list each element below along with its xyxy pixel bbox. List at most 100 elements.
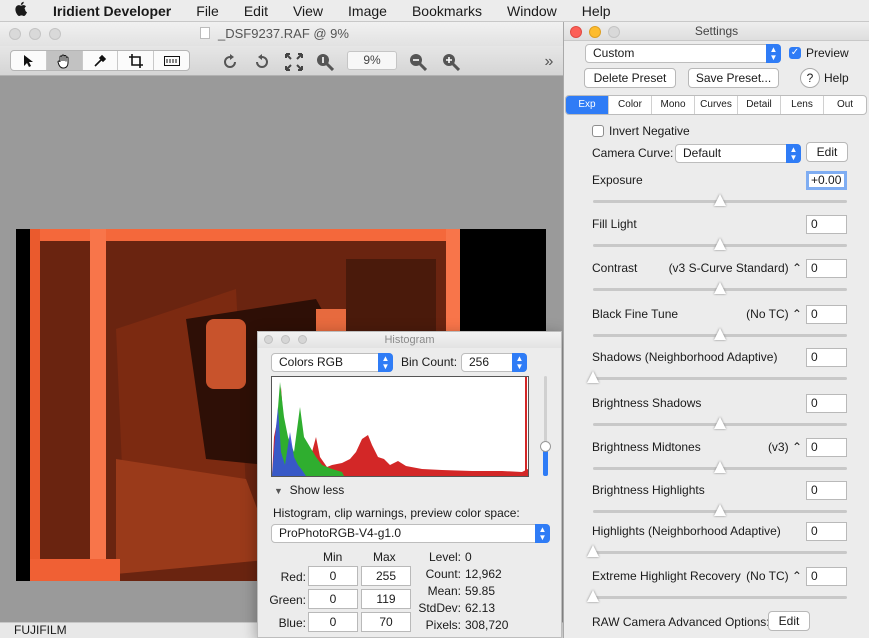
- brightness-shadows-value-field[interactable]: 0: [806, 394, 847, 413]
- preview-checkbox[interactable]: ✓: [789, 47, 801, 59]
- histogram-close-button[interactable]: [264, 335, 273, 344]
- tab-detail[interactable]: Detail: [738, 96, 781, 114]
- slider-knob[interactable]: [587, 545, 599, 557]
- rotate-left-icon[interactable]: [220, 52, 240, 72]
- histogram-minimize-button[interactable]: [281, 335, 290, 344]
- slider-knob[interactable]: [714, 328, 726, 340]
- menu-file[interactable]: File: [183, 0, 231, 22]
- shadows-neighborhood-adaptive-value-field[interactable]: 0: [806, 348, 847, 367]
- zoom-window-button[interactable]: [49, 28, 61, 40]
- tab-curves[interactable]: Curves: [695, 96, 738, 114]
- rotate-right-icon[interactable]: [252, 52, 272, 72]
- brightness-shadows-label: Brightness Shadows: [592, 396, 702, 410]
- red-min-field[interactable]: 0: [308, 566, 358, 586]
- extreme-highlight-recovery-slider[interactable]: [587, 590, 847, 602]
- straighten-tool-icon[interactable]: [154, 51, 189, 70]
- apple-menu-icon[interactable]: [0, 1, 40, 20]
- brightness-highlights-value-field[interactable]: 0: [806, 481, 847, 500]
- settings-zoom-button[interactable]: [608, 26, 620, 38]
- contrast-mode-select[interactable]: (v3 S-Curve Standard) ⌃: [669, 261, 802, 275]
- brightness-midtones-value-field[interactable]: 0: [806, 438, 847, 457]
- zoom-level-field[interactable]: 9%: [347, 51, 397, 70]
- green-max-field[interactable]: 119: [361, 589, 411, 609]
- hand-tool-icon[interactable]: [46, 51, 83, 70]
- zoom-out-icon[interactable]: [408, 52, 428, 72]
- extreme-highlight-recovery-value-field[interactable]: 0: [806, 567, 847, 586]
- brightness-shadows-slider[interactable]: [593, 417, 847, 429]
- arrow-tool-icon[interactable]: [11, 51, 47, 70]
- slider-knob[interactable]: [714, 504, 726, 516]
- preview-color-space-select[interactable]: ProPhotoRGB-V4-g1.0 ▲ ▼: [271, 524, 550, 543]
- minimize-window-button[interactable]: [29, 28, 41, 40]
- select-arrows-icon: ▲ ▼: [535, 524, 550, 543]
- close-window-button[interactable]: [9, 28, 21, 40]
- delete-preset-button[interactable]: Delete Preset: [584, 68, 676, 88]
- menu-bar: Iridient Developer File Edit View Image …: [0, 0, 869, 22]
- extreme-highlight-recovery-mode-select[interactable]: (No TC) ⌃: [746, 569, 802, 583]
- highlights-neighborhood-adaptive-slider[interactable]: [587, 545, 847, 557]
- crop-tool-icon[interactable]: [118, 51, 155, 70]
- black-fine-tune-label: Black Fine Tune: [592, 307, 679, 321]
- tab-exp[interactable]: Exp: [566, 96, 609, 114]
- menu-window[interactable]: Window: [494, 0, 569, 22]
- menu-edit[interactable]: Edit: [231, 0, 280, 22]
- bin-count-label: Bin Count:: [401, 355, 458, 369]
- menu-help[interactable]: Help: [569, 0, 623, 22]
- brightness-highlights-slider[interactable]: [593, 504, 847, 516]
- menu-app-name[interactable]: Iridient Developer: [40, 0, 183, 22]
- histogram-scale-slider[interactable]: [540, 376, 551, 476]
- exposure-slider[interactable]: [593, 194, 847, 206]
- slider-knob[interactable]: [714, 282, 726, 294]
- black-fine-tune-value-field[interactable]: 0: [806, 305, 847, 324]
- shadows-neighborhood-adaptive-slider[interactable]: [587, 371, 847, 383]
- raw-advanced-edit-button[interactable]: Edit: [768, 611, 810, 631]
- blue-min-field[interactable]: 0: [308, 612, 358, 632]
- help-icon[interactable]: ?: [800, 68, 820, 88]
- tab-color[interactable]: Color: [609, 96, 652, 114]
- menu-view[interactable]: View: [280, 0, 335, 22]
- zoom-in-icon[interactable]: [441, 52, 461, 72]
- tab-lens[interactable]: Lens: [781, 96, 824, 114]
- slider-knob[interactable]: [587, 371, 599, 383]
- stat-value: 62.13: [465, 601, 496, 615]
- eyedropper-tool-icon[interactable]: [83, 51, 119, 70]
- save-preset-button[interactable]: Save Preset...: [688, 68, 779, 88]
- blue-max-field[interactable]: 70: [361, 612, 411, 632]
- preset-select[interactable]: Custom ▲ ▼: [585, 44, 781, 63]
- camera-curve-select[interactable]: Default ▲ ▼: [675, 144, 801, 163]
- camera-curve-edit-button[interactable]: Edit: [806, 142, 848, 162]
- black-fine-tune-mode-select[interactable]: (No TC) ⌃: [746, 307, 802, 321]
- fit-to-window-icon[interactable]: [284, 52, 304, 72]
- histogram-zoom-button[interactable]: [298, 335, 307, 344]
- settings-minimize-button[interactable]: [589, 26, 601, 38]
- settings-close-button[interactable]: [570, 26, 582, 38]
- contrast-value-field[interactable]: 0: [806, 259, 847, 278]
- red-max-field[interactable]: 255: [361, 566, 411, 586]
- menu-bookmarks[interactable]: Bookmarks: [399, 0, 494, 22]
- fill-light-slider[interactable]: [593, 238, 847, 250]
- slider-knob[interactable]: [714, 461, 726, 473]
- actual-size-icon[interactable]: [315, 52, 335, 72]
- green-min-field[interactable]: 0: [308, 589, 358, 609]
- brightness-midtones-mode-select[interactable]: (v3) ⌃: [768, 440, 802, 454]
- bin-count-select[interactable]: 256 ▲ ▼: [461, 353, 527, 372]
- invert-negative-checkbox[interactable]: [592, 125, 604, 137]
- show-less-toggle[interactable]: ▼ Show less: [274, 483, 344, 497]
- tab-out[interactable]: Out: [824, 96, 866, 114]
- toolbar-overflow-icon[interactable]: »: [539, 52, 559, 72]
- shadows-neighborhood-adaptive-label: Shadows (Neighborhood Adaptive): [592, 350, 778, 364]
- exposure-value-field[interactable]: +0.00: [806, 171, 847, 190]
- highlights-neighborhood-adaptive-value-field[interactable]: 0: [806, 522, 847, 541]
- histogram-mode-select[interactable]: Colors RGB ▲ ▼: [271, 353, 393, 372]
- fill-light-value-field[interactable]: 0: [806, 215, 847, 234]
- black-fine-tune-slider[interactable]: [593, 328, 847, 340]
- contrast-slider[interactable]: [593, 282, 847, 294]
- slider-knob[interactable]: [587, 590, 599, 602]
- slider-knob[interactable]: [714, 417, 726, 429]
- slider-knob[interactable]: [714, 194, 726, 206]
- menu-image[interactable]: Image: [335, 0, 399, 22]
- slider-knob[interactable]: [714, 238, 726, 250]
- brightness-midtones-slider[interactable]: [593, 461, 847, 473]
- select-arrows-icon: ▲ ▼: [378, 353, 393, 372]
- tab-mono[interactable]: Mono: [652, 96, 695, 114]
